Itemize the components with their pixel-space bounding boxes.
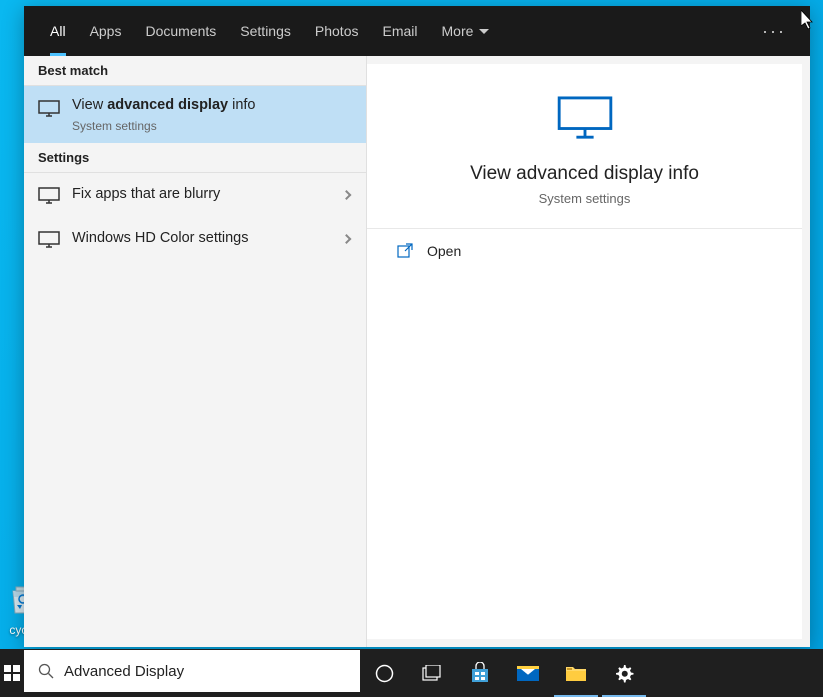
tab-photos[interactable]: Photos <box>303 6 371 56</box>
task-view-icon <box>422 665 442 681</box>
tab-documents[interactable]: Documents <box>133 6 228 56</box>
section-best-match: Best match <box>24 56 366 86</box>
overflow-menu-button[interactable]: ··· <box>752 21 796 42</box>
chevron-down-icon <box>479 29 489 34</box>
result-hd-color[interactable]: Windows HD Color settings <box>24 217 366 261</box>
search-flyout: All Apps Documents Settings Photos Email… <box>24 6 810 647</box>
search-icon <box>38 663 54 679</box>
monitor-icon <box>38 185 60 207</box>
search-content: Best match View advanced display info Sy… <box>24 56 810 647</box>
results-pane: Best match View advanced display info Sy… <box>24 56 367 647</box>
cortana-button[interactable] <box>360 649 408 697</box>
chevron-right-icon <box>342 190 352 200</box>
result-fix-blurry[interactable]: Fix apps that are blurry <box>24 173 366 217</box>
detail-pane: View advanced display info System settin… <box>367 64 802 639</box>
monitor-large-icon <box>556 96 614 140</box>
monitor-icon <box>38 98 60 120</box>
gear-icon <box>614 663 634 683</box>
tab-settings[interactable]: Settings <box>228 6 303 56</box>
result-title: View advanced display info <box>72 96 352 116</box>
result-subtitle: System settings <box>72 119 352 133</box>
taskbar-store[interactable] <box>456 649 504 697</box>
result-best-match[interactable]: View advanced display info System settin… <box>24 86 366 143</box>
cursor-icon <box>801 10 815 30</box>
start-button[interactable] <box>0 649 24 697</box>
file-explorer-icon <box>565 664 587 682</box>
taskbar-search[interactable] <box>24 650 360 692</box>
taskbar-settings[interactable] <box>600 649 648 697</box>
tab-more[interactable]: More <box>430 6 502 56</box>
tab-all[interactable]: All <box>38 6 78 56</box>
detail-card: View advanced display info System settin… <box>367 64 802 229</box>
cortana-icon <box>375 664 394 683</box>
result-title: Fix apps that are blurry <box>72 185 326 205</box>
taskbar-mail[interactable] <box>504 649 552 697</box>
taskbar-explorer[interactable] <box>552 649 600 697</box>
action-open-label: Open <box>427 243 461 259</box>
search-tab-bar: All Apps Documents Settings Photos Email… <box>24 6 810 56</box>
tab-apps[interactable]: Apps <box>78 6 134 56</box>
task-view-button[interactable] <box>408 649 456 697</box>
tab-email[interactable]: Email <box>370 6 429 56</box>
store-icon <box>469 662 491 684</box>
search-input[interactable] <box>64 663 346 680</box>
monitor-icon <box>38 229 60 251</box>
result-title: Windows HD Color settings <box>72 229 326 249</box>
action-open[interactable]: Open <box>367 229 802 273</box>
windows-icon <box>4 665 20 681</box>
taskbar <box>0 649 823 697</box>
open-icon <box>397 243 413 259</box>
detail-subtitle: System settings <box>387 191 782 206</box>
detail-title: View advanced display info <box>387 163 782 185</box>
section-settings: Settings <box>24 143 366 173</box>
chevron-right-icon <box>342 234 352 244</box>
mail-icon <box>516 663 540 683</box>
taskbar-icons <box>360 649 648 697</box>
